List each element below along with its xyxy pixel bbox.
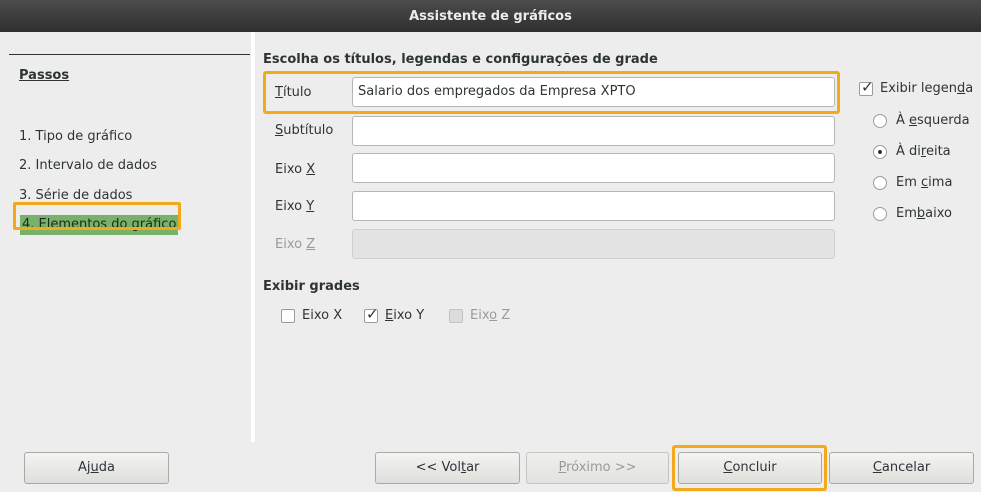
help-button[interactable]: Ajuda	[24, 452, 169, 484]
legend-right-radio[interactable]: À direita	[873, 144, 951, 159]
grid-y-checkbox[interactable]: Eixo Y	[364, 305, 425, 323]
grid-x-checkbox[interactable]: Eixo X	[281, 308, 342, 323]
z-axis-input	[352, 229, 835, 259]
step-highlight-box	[13, 202, 181, 230]
subtitle-input[interactable]	[352, 116, 835, 146]
grid-z-checkbox: Eixo Z	[449, 308, 510, 323]
grids-heading: Exibir grades	[263, 279, 360, 294]
step-data-range[interactable]: 2. Intervalo de dados	[19, 157, 157, 175]
radio-unselected-icon[interactable]	[873, 175, 887, 190]
legend-top-radio[interactable]: Em cima	[873, 175, 952, 190]
subtitle-label: Subtítulo	[275, 123, 334, 138]
checkbox-checked-icon[interactable]	[859, 78, 874, 96]
show-legend-label: Exibir legenda	[880, 81, 974, 96]
legend-bottom-radio[interactable]: Embaixo	[873, 206, 952, 221]
section-heading: Escolha os títulos, legendas e configura…	[263, 52, 658, 67]
grid-y-label: Eixo Y	[385, 308, 425, 323]
finish-highlight-box	[672, 445, 827, 491]
radio-unselected-icon[interactable]	[873, 206, 887, 221]
steps-sidebar: Passos 1. Tipo de gráfico 2. Intervalo d…	[9, 44, 250, 442]
steps-title: Passos	[19, 68, 70, 83]
legend-left-label: À esquerda	[896, 113, 970, 128]
checkbox-disabled-icon	[449, 308, 463, 323]
legend-top-label: Em cima	[896, 175, 953, 190]
grid-x-label: Eixo X	[302, 308, 343, 323]
x-axis-input[interactable]	[352, 153, 835, 183]
chart-wizard-dialog: Passos 1. Tipo de gráfico 2. Intervalo d…	[0, 32, 981, 492]
radio-selected-icon[interactable]	[873, 144, 887, 159]
dialog-footer: Ajuda << Voltar Próximo >> Concluir Canc…	[0, 442, 981, 492]
legend-right-label: À direita	[896, 144, 951, 159]
back-button[interactable]: << Voltar	[375, 452, 520, 484]
y-axis-input[interactable]	[352, 191, 835, 221]
window-title: Assistente de gráficos	[409, 9, 572, 24]
sidebar-separator	[9, 54, 250, 55]
cancel-button[interactable]: Cancelar	[829, 452, 974, 484]
grid-z-label: Eixo Z	[470, 308, 511, 323]
x-axis-label: Eixo X	[275, 162, 316, 177]
checkbox-checked-icon[interactable]	[364, 305, 379, 323]
checkbox-unchecked-icon[interactable]	[281, 308, 295, 323]
title-highlight-box	[263, 71, 840, 114]
radio-unselected-icon[interactable]	[873, 113, 887, 128]
z-axis-label: Eixo Z	[275, 237, 316, 252]
next-button: Próximo >>	[526, 452, 669, 484]
legend-left-radio[interactable]: À esquerda	[873, 113, 970, 128]
show-legend-checkbox[interactable]: Exibir legenda	[859, 78, 974, 96]
y-axis-label: Eixo Y	[275, 199, 315, 214]
legend-bottom-label: Embaixo	[896, 206, 952, 221]
chart-elements-panel: Escolha os títulos, legendas e configura…	[255, 32, 981, 442]
window-title-bar[interactable]: Assistente de gráficos	[0, 0, 981, 32]
step-chart-type[interactable]: 1. Tipo de gráfico	[19, 128, 132, 146]
